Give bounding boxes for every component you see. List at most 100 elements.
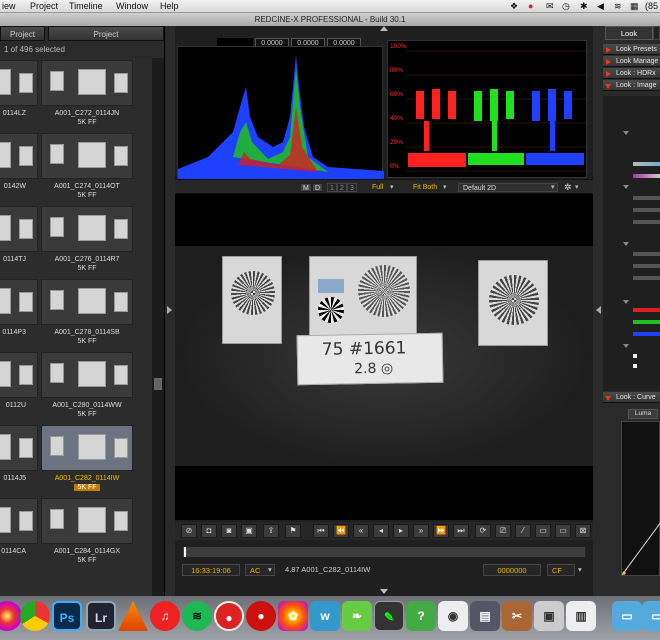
slider-3[interactable] xyxy=(633,220,660,224)
rsd-button[interactable]: ▣ xyxy=(241,524,257,538)
photoshop-icon[interactable]: Ps xyxy=(52,601,82,631)
clip-thumbnail[interactable]: A001_C274_0114OT 5K FF xyxy=(39,131,135,201)
view-tool-2-button[interactable]: ⁄ xyxy=(515,524,531,538)
group-toggle-icon[interactable] xyxy=(623,131,629,135)
clip-thumbnail[interactable]: 0114P3 xyxy=(0,277,40,347)
loop-button[interactable]: ⟳ xyxy=(475,524,491,538)
leaf-icon[interactable]: ❧ xyxy=(342,601,372,631)
color-temp-slider[interactable] xyxy=(633,162,660,166)
menu-view[interactable]: iew xyxy=(2,1,16,11)
quality-dropdown[interactable]: Full xyxy=(372,183,383,192)
section-look-presets[interactable]: Look Presets xyxy=(603,44,660,55)
layout-2-button[interactable]: 2 xyxy=(337,183,347,192)
playhead[interactable] xyxy=(184,547,186,557)
mode-dropdown-icon[interactable]: ▾ xyxy=(268,564,272,576)
blue-gain-slider[interactable] xyxy=(633,332,660,336)
vlc-icon[interactable] xyxy=(118,601,148,631)
cf-dropdown-icon[interactable]: ▾ xyxy=(578,564,582,576)
go-start-button[interactable]: ⏮ xyxy=(313,524,329,538)
downloads-icon[interactable]: ▭ xyxy=(642,601,660,631)
slider-6[interactable] xyxy=(633,276,660,280)
tint-slider[interactable] xyxy=(633,174,660,178)
checkbox-2[interactable] xyxy=(633,364,637,368)
clip-thumbnail[interactable]: A001_C278_0114SB 5K FF xyxy=(39,277,135,347)
curve-editor[interactable] xyxy=(621,421,660,576)
luma-tab[interactable]: Luma xyxy=(628,409,658,419)
gear-icon[interactable]: ✲ xyxy=(564,183,572,192)
quality-dropdown-icon[interactable]: ▾ xyxy=(390,183,394,192)
step-back-fast-button[interactable]: ⏪ xyxy=(333,524,349,538)
photos-icon[interactable]: ✿ xyxy=(278,601,308,631)
clip-thumbnail[interactable]: 0112U xyxy=(0,350,40,420)
wifi-icon[interactable]: ≋ xyxy=(614,1,622,12)
clip-thumbnail[interactable]: A001_C276_0114R7 5K FF xyxy=(39,204,135,274)
gallery-icon[interactable]: ▤ xyxy=(470,601,500,631)
preview-icon[interactable]: ▥ xyxy=(566,601,596,631)
bluetooth-icon[interactable]: ✱ xyxy=(580,1,588,12)
timeline-scrubber[interactable] xyxy=(182,546,586,558)
menu-help[interactable]: Help xyxy=(160,1,179,11)
mode-m-button[interactable]: M xyxy=(300,183,312,192)
fast-fwd-button[interactable]: ⏩ xyxy=(433,524,449,538)
flag-button[interactable]: ⚑ xyxy=(285,524,301,538)
clip-scrollbar[interactable] xyxy=(152,58,164,596)
lightroom-icon[interactable]: Lr xyxy=(86,601,116,631)
slider-4[interactable] xyxy=(633,252,660,256)
collapse-up-icon[interactable] xyxy=(380,26,388,31)
tab-next[interactable] xyxy=(653,26,660,40)
project-header-right[interactable]: Project xyxy=(48,26,164,41)
menu-project[interactable]: Project xyxy=(30,1,58,11)
curve-point[interactable] xyxy=(622,571,626,575)
clip-thumbnail[interactable]: 0114TJ xyxy=(0,204,40,274)
slider-5[interactable] xyxy=(633,264,660,268)
clip-thumbnail[interactable]: A001_C272_0114JN 5K FF xyxy=(39,58,135,128)
fit-dropdown[interactable]: Fit Both xyxy=(413,183,437,192)
clip-thumbnail[interactable]: A001_C280_0114WW 5K FF xyxy=(39,350,135,420)
section-look-manage[interactable]: Look Manage xyxy=(603,56,660,67)
menu-window[interactable]: Window xyxy=(116,1,148,11)
group-toggle-icon[interactable] xyxy=(623,300,629,304)
green-gain-slider[interactable] xyxy=(633,320,660,324)
collapse-down-icon[interactable] xyxy=(380,589,388,594)
spotify-icon[interactable]: ≋ xyxy=(182,601,212,631)
dropbox-icon[interactable]: ❖ xyxy=(510,1,518,12)
volume-icon[interactable]: ◀ xyxy=(597,1,604,12)
gear-dropdown-icon[interactable]: ▾ xyxy=(575,183,579,192)
collapse-left-icon[interactable] xyxy=(596,306,601,314)
battery-label[interactable]: (85 xyxy=(645,1,658,11)
left-splitter[interactable] xyxy=(165,26,175,596)
editor-icon[interactable]: ✎ xyxy=(374,601,404,631)
section-look-hdrx[interactable]: Look : HDRx xyxy=(603,68,660,79)
play-button[interactable]: ▸ xyxy=(393,524,409,538)
section-look-curve[interactable]: Look : Curve xyxy=(603,392,660,403)
red-gain-slider[interactable] xyxy=(633,308,660,312)
layout-3-button[interactable]: 3 xyxy=(347,183,357,192)
view-tool-4-button[interactable]: ▭ xyxy=(555,524,571,538)
frame-counter[interactable]: 0000000 xyxy=(483,564,541,576)
clip-thumbnail[interactable]: 0142W xyxy=(0,131,40,201)
checkbox-1[interactable] xyxy=(633,354,637,358)
folder-icon[interactable]: ▭ xyxy=(612,601,642,631)
lut-dropdown-icon[interactable]: ▾ xyxy=(551,183,555,192)
clip-thumbnail[interactable]: A001_C282_0114IW 5K FF xyxy=(39,423,135,493)
chrome-icon[interactable] xyxy=(20,601,50,631)
rewind-button[interactable]: « xyxy=(353,524,369,538)
group-toggle-icon[interactable] xyxy=(623,185,629,189)
time-machine-icon[interactable]: ◷ xyxy=(562,1,570,12)
collapse-right-icon[interactable] xyxy=(167,306,172,314)
layout-1-button[interactable]: 1 xyxy=(327,183,337,192)
project-header-left[interactable]: Project xyxy=(0,26,45,41)
tab-look[interactable]: Look xyxy=(605,26,653,40)
view-tool-3-button[interactable]: ▭ xyxy=(535,524,551,538)
cf-dropdown[interactable]: CF xyxy=(547,564,575,576)
clip-thumbnail[interactable]: 0114J5 xyxy=(0,423,40,493)
right-splitter[interactable] xyxy=(593,26,603,596)
clip-thumbnail[interactable]: 0114LZ xyxy=(0,58,40,128)
redcine-icon[interactable]: ● xyxy=(246,601,276,631)
mode-d-button[interactable]: D xyxy=(312,183,324,192)
step-back-button[interactable]: ◂ xyxy=(373,524,389,538)
scroll-grip[interactable] xyxy=(154,378,162,390)
slider-1[interactable] xyxy=(633,196,660,200)
camera-button[interactable]: ◘ xyxy=(201,524,217,538)
slider-2[interactable] xyxy=(633,208,660,212)
